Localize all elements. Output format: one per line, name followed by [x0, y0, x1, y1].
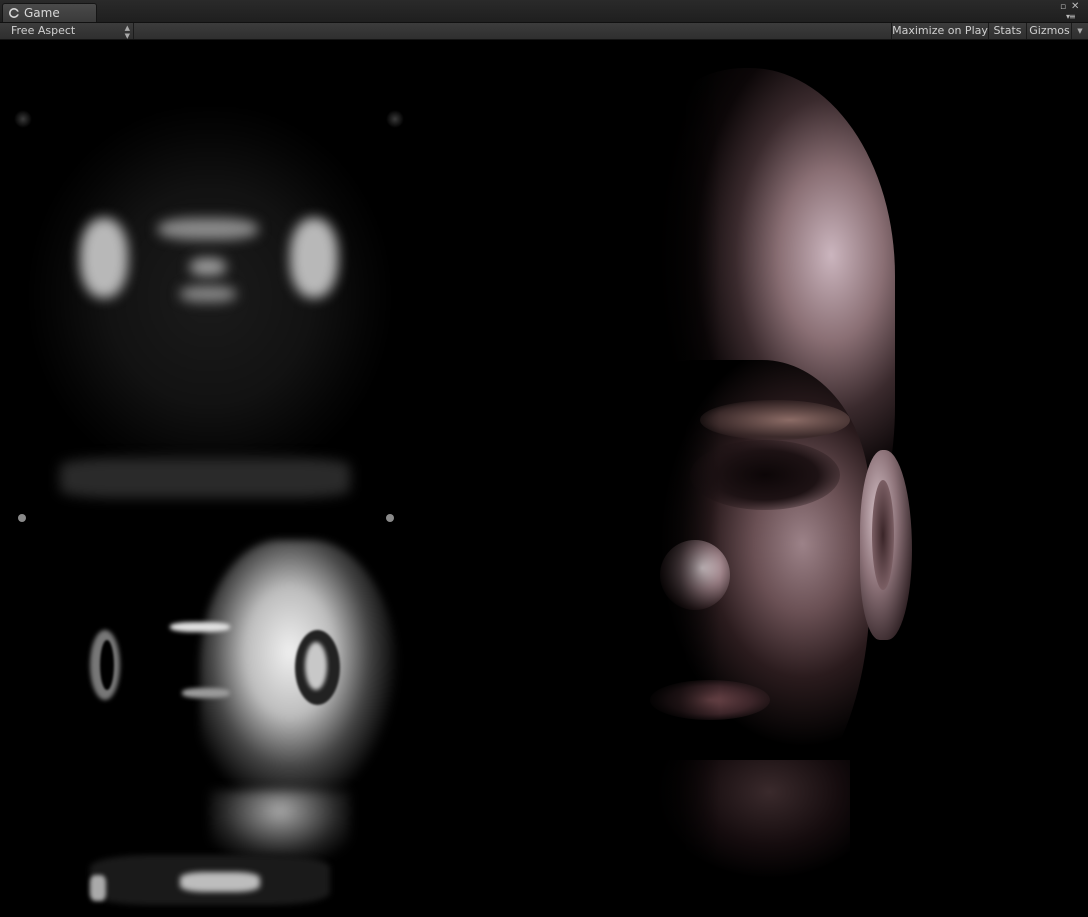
- stats-button[interactable]: Stats: [988, 23, 1026, 39]
- game-view-toolbar: Free Aspect ▲ ▼ Maximize on Play Stats Gi…: [0, 23, 1088, 40]
- head-render: [560, 60, 980, 917]
- window-controls: ▫ ✕ ▾≡: [1060, 1, 1082, 22]
- pane-menu-icon[interactable]: ▾≡: [1066, 12, 1076, 21]
- aspect-dropdown[interactable]: Free Aspect ▲ ▼: [0, 23, 134, 40]
- dropdown-arrows-icon: ▲ ▼: [124, 24, 130, 40]
- gizmos-dropdown-icon[interactable]: ▼: [1071, 23, 1088, 39]
- gizmos-button[interactable]: Gizmos: [1026, 23, 1072, 39]
- game-viewport[interactable]: [0, 40, 1088, 917]
- maximize-window-icon[interactable]: ▫: [1060, 3, 1066, 12]
- game-view-icon: [9, 8, 19, 18]
- tab-label: Game: [24, 6, 60, 20]
- maximize-on-play-button[interactable]: Maximize on Play: [891, 23, 988, 39]
- specular-debug-texture: [10, 510, 410, 915]
- aspect-label: Free Aspect: [11, 24, 76, 37]
- tab-game[interactable]: Game: [2, 3, 97, 22]
- editor-tab-bar: Game ▫ ✕ ▾≡: [0, 0, 1088, 23]
- close-icon[interactable]: ✕: [1071, 2, 1079, 12]
